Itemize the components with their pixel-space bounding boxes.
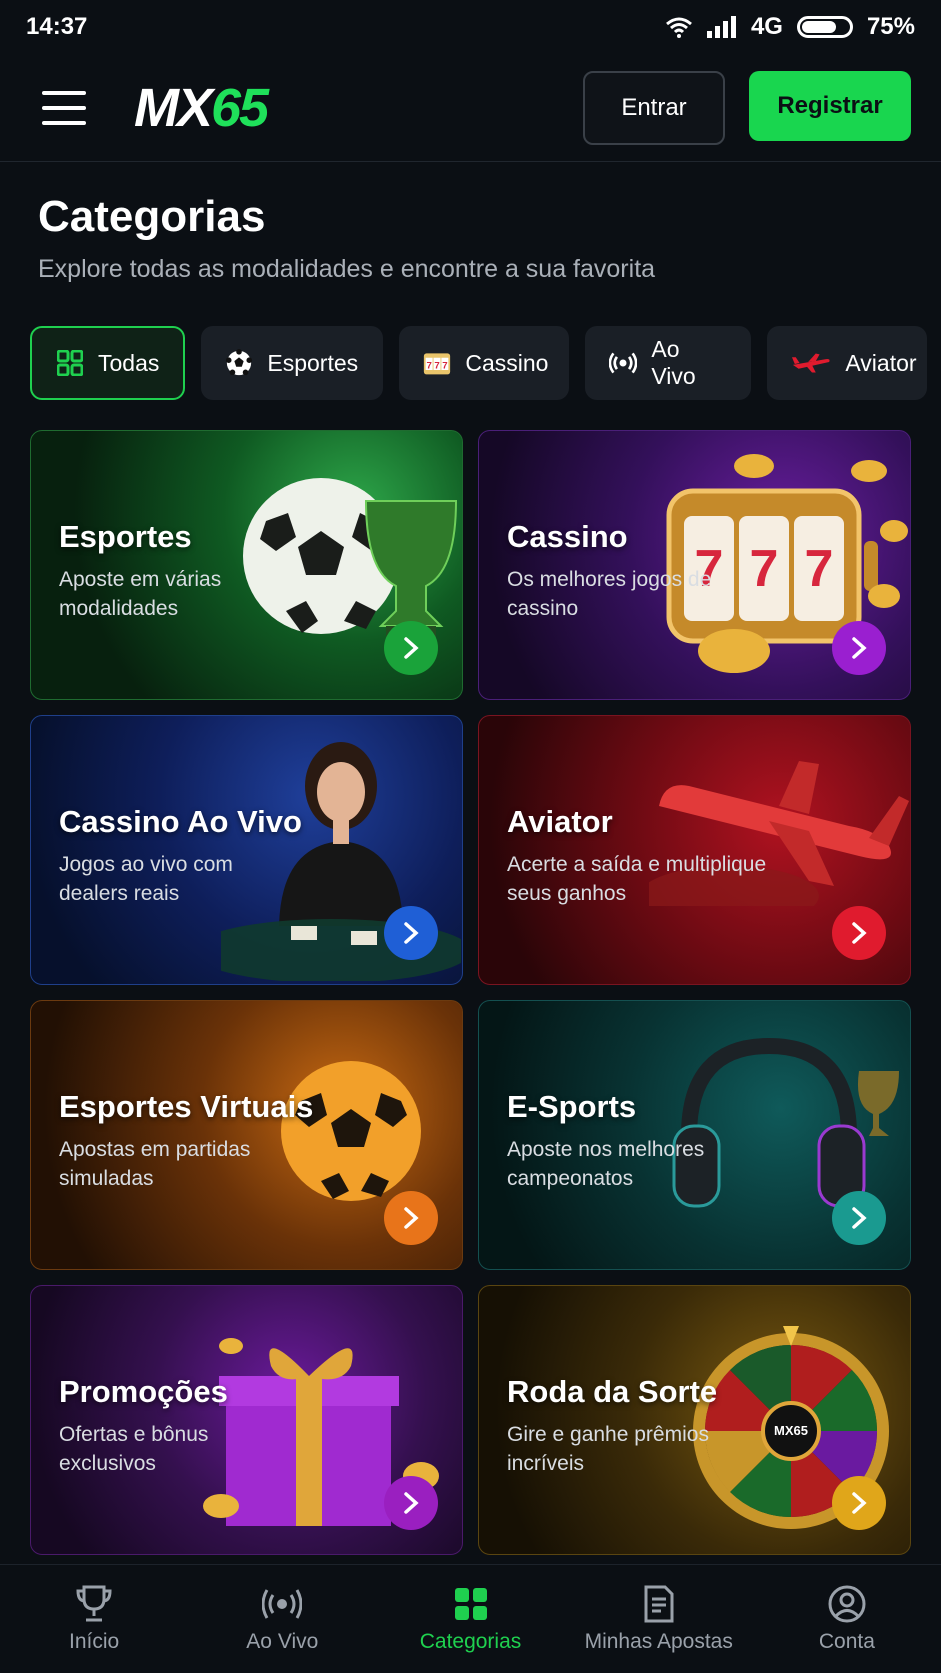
logo-text-65: 65 (211, 77, 269, 138)
category-filter-bar: Todas Esportes 777 Cassino Ao Vivo Aviat… (30, 326, 928, 400)
category-card-roda-da-sorte[interactable]: Roda da Sorte Gire e ganhe prêmios incrí… (478, 1285, 911, 1555)
battery-level: 75% (866, 13, 915, 40)
grid-icon (451, 1584, 491, 1624)
filter-ao-vivo[interactable]: Ao Vivo (585, 326, 752, 400)
wifi-icon (665, 17, 692, 38)
card-description: Aposte em várias modalidades (59, 568, 222, 620)
card-arrow-button[interactable] (832, 1476, 886, 1530)
network-type: 4G (750, 13, 783, 40)
chevron-right-icon (852, 922, 867, 944)
svg-text:7: 7 (435, 360, 440, 371)
category-card-cassino[interactable]: 7 7 7 Cassino Os melhores jogos de cassi… (478, 430, 911, 700)
category-grid: Esportes Aposte em várias modalidades 7 … (30, 430, 912, 1555)
page-subtitle: Explore todas as modalidades e encontre … (38, 255, 656, 283)
nav-label: Início (69, 1630, 120, 1653)
chevron-right-icon (852, 637, 867, 659)
soccer-ball-icon (225, 349, 253, 377)
app-header: MX 65 Entrar Registrar (0, 54, 941, 162)
nav-minhas-apostas[interactable]: Minhas Apostas (565, 1565, 753, 1673)
status-indicators: 4G 75% (665, 13, 915, 41)
status-time: 14:37 (26, 13, 88, 40)
filter-label: Cassino (465, 349, 549, 376)
svg-text:7: 7 (805, 540, 834, 598)
register-button[interactable]: Registrar (749, 70, 911, 141)
category-card-cassino-ao-vivo[interactable]: Cassino Ao Vivo Jogos ao vivo com dealer… (30, 715, 463, 985)
card-title: Aviator (507, 804, 613, 839)
live-broadcast-icon (609, 349, 638, 377)
chevron-right-icon (852, 1492, 867, 1514)
category-card-e-sports[interactable]: E-Sports Aposte nos melhores campeonatos (478, 1000, 911, 1270)
card-description: Ofertas e bônus exclusivos (59, 1423, 209, 1475)
card-title: Roda da Sorte (507, 1374, 718, 1409)
svg-text:7: 7 (750, 540, 779, 598)
card-arrow-button[interactable] (832, 906, 886, 960)
card-arrow-button[interactable] (384, 906, 438, 960)
trophy-icon (74, 1584, 114, 1624)
filter-cassino[interactable]: 777 Cassino (399, 326, 570, 400)
chevron-right-icon (404, 922, 419, 944)
category-card-promocoes[interactable]: Promoções Ofertas e bônus exclusivos (30, 1285, 463, 1555)
card-title: Esportes (59, 519, 192, 554)
card-title: Esportes Virtuais (59, 1089, 314, 1124)
filter-label: Esportes (267, 349, 359, 376)
nav-ao-vivo[interactable]: Ao Vivo (188, 1565, 376, 1673)
menu-icon[interactable] (42, 90, 86, 125)
filter-esportes[interactable]: Esportes (201, 326, 384, 400)
card-description: Aposte nos melhores campeonatos (507, 1138, 705, 1190)
grid-icon (56, 349, 84, 377)
svg-text:7: 7 (443, 360, 448, 371)
card-description: Gire e ganhe prêmios incríveis (507, 1423, 709, 1475)
chevron-right-icon (404, 1207, 419, 1229)
card-title: Cassino (507, 519, 628, 554)
chevron-right-icon (404, 637, 419, 659)
card-description: Acerte a saída e multiplique seus ganhos (507, 853, 767, 905)
card-arrow-button[interactable] (384, 1191, 438, 1245)
nav-inicio[interactable]: Início (0, 1565, 188, 1673)
nav-conta[interactable]: Conta (753, 1565, 941, 1673)
bet-slip-icon (639, 1584, 679, 1624)
nav-label: Categorias (419, 1630, 522, 1653)
card-description: Jogos ao vivo com dealers reais (59, 853, 233, 905)
airplane-icon (791, 349, 831, 377)
filter-todas[interactable]: Todas (30, 326, 186, 400)
chevron-right-icon (404, 1492, 419, 1514)
filter-label: Aviator (845, 349, 917, 376)
battery-icon (796, 16, 853, 38)
page-title: Categorias (38, 192, 266, 241)
wheel-logo: MX65 (774, 1423, 808, 1438)
card-arrow-button[interactable] (832, 1191, 886, 1245)
status-bar: 14:37 4G 75% (0, 0, 941, 54)
logo-text-mx: MX (134, 77, 213, 138)
filter-label: Ao Vivo (651, 336, 696, 389)
login-button[interactable]: Entrar (583, 70, 725, 145)
card-arrow-button[interactable] (384, 1476, 438, 1530)
category-card-esportes-virtuais[interactable]: Esportes Virtuais Apostas em partidas si… (30, 1000, 463, 1270)
brand-logo[interactable]: MX 65 (134, 77, 269, 139)
signal-icon (706, 16, 736, 38)
nav-label: Conta (818, 1630, 875, 1653)
card-title: E-Sports (507, 1089, 637, 1124)
svg-text:7: 7 (427, 360, 432, 371)
filter-label: Todas (98, 349, 160, 376)
category-card-aviator[interactable]: Aviator Acerte a saída e multiplique seu… (478, 715, 911, 985)
nav-label: Ao Vivo (246, 1630, 319, 1653)
card-description: Os melhores jogos de cassino (507, 568, 712, 620)
card-arrow-button[interactable] (384, 621, 438, 675)
user-circle-icon (827, 1584, 867, 1624)
filter-aviator[interactable]: Aviator (767, 326, 928, 400)
live-broadcast-icon (262, 1584, 303, 1624)
slot-777-icon: 777 (423, 349, 451, 377)
category-card-esportes[interactable]: Esportes Aposte em várias modalidades (30, 430, 463, 700)
card-title: Promoções (59, 1374, 228, 1409)
bottom-navigation: Início Ao Vivo Categorias Minhas Apostas… (0, 1564, 941, 1673)
chevron-right-icon (852, 1207, 867, 1229)
card-description: Apostas em partidas simuladas (59, 1138, 251, 1190)
nav-label: Minhas Apostas (584, 1630, 733, 1653)
card-title: Cassino Ao Vivo (59, 804, 302, 839)
nav-categorias[interactable]: Categorias (376, 1565, 564, 1673)
card-arrow-button[interactable] (832, 621, 886, 675)
